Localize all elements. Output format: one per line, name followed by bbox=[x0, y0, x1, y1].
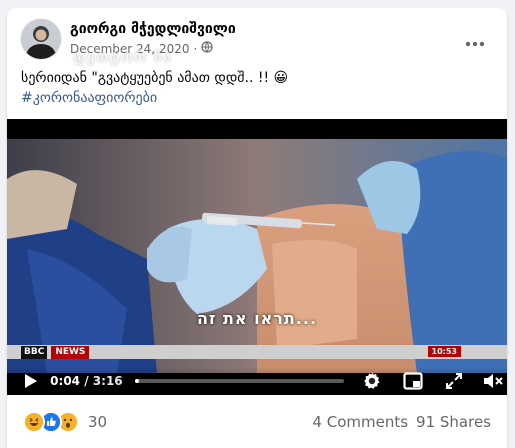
broadcast-clock: 10:53 bbox=[427, 346, 461, 357]
duration: 3:16 bbox=[92, 374, 123, 388]
post-card: გიორგი მჭედლიშვილი December 24, 2020 · დ… bbox=[7, 8, 507, 448]
more-dots-icon bbox=[465, 41, 485, 47]
gear-icon bbox=[364, 372, 380, 389]
globe-icon bbox=[201, 41, 213, 56]
video-player[interactable]: תראו את זה... BBC NEWS 10:53 0:04 / 3:16 bbox=[7, 119, 507, 395]
play-button[interactable] bbox=[17, 373, 44, 389]
video-frame bbox=[7, 139, 507, 373]
news-label: NEWS bbox=[51, 345, 90, 359]
progress-bar[interactable] bbox=[134, 379, 345, 383]
haha-reaction-icon bbox=[23, 411, 45, 433]
picture-in-picture-button[interactable] bbox=[399, 372, 426, 390]
progress-fill bbox=[134, 379, 139, 383]
video-subtitle: תראו את זה... bbox=[196, 309, 318, 328]
author-avatar[interactable] bbox=[21, 19, 61, 59]
video-controls: 0:04 / 3:16 bbox=[7, 367, 507, 395]
fullscreen-button[interactable] bbox=[441, 372, 468, 390]
time-separator: / bbox=[84, 374, 89, 388]
author-name[interactable]: გიორგი მჭედლიშვილი bbox=[70, 21, 236, 37]
volume-muted-icon bbox=[484, 374, 504, 388]
channel-logo: BBC NEWS bbox=[21, 345, 90, 359]
hashtag-link[interactable]: #კორონააფიორები bbox=[21, 90, 157, 106]
comments-count[interactable]: 4 Comments bbox=[312, 413, 408, 431]
expand-icon bbox=[446, 373, 463, 389]
bbc-logo: BBC bbox=[21, 345, 48, 359]
settings-button[interactable] bbox=[358, 371, 385, 391]
current-time: 0:04 bbox=[50, 374, 81, 388]
reactions-summary[interactable]: 30 bbox=[23, 411, 107, 433]
shares-count[interactable]: 91 Shares bbox=[416, 413, 491, 431]
engagement-stats: 4 Comments 91 Shares bbox=[312, 413, 491, 431]
post-text: სერიიდან "გვატყუებენ ამათ დდშ.. !! 😀 bbox=[21, 70, 289, 86]
more-options-button[interactable] bbox=[457, 26, 493, 62]
reaction-count[interactable]: 30 bbox=[88, 413, 107, 431]
time-display: 0:04 / 3:16 bbox=[50, 374, 122, 388]
watermark-text: დეთტორ ნა bbox=[73, 48, 173, 66]
avatar-image bbox=[21, 19, 61, 59]
mute-button[interactable] bbox=[480, 372, 507, 390]
play-icon bbox=[24, 374, 37, 388]
pip-icon bbox=[403, 372, 423, 390]
